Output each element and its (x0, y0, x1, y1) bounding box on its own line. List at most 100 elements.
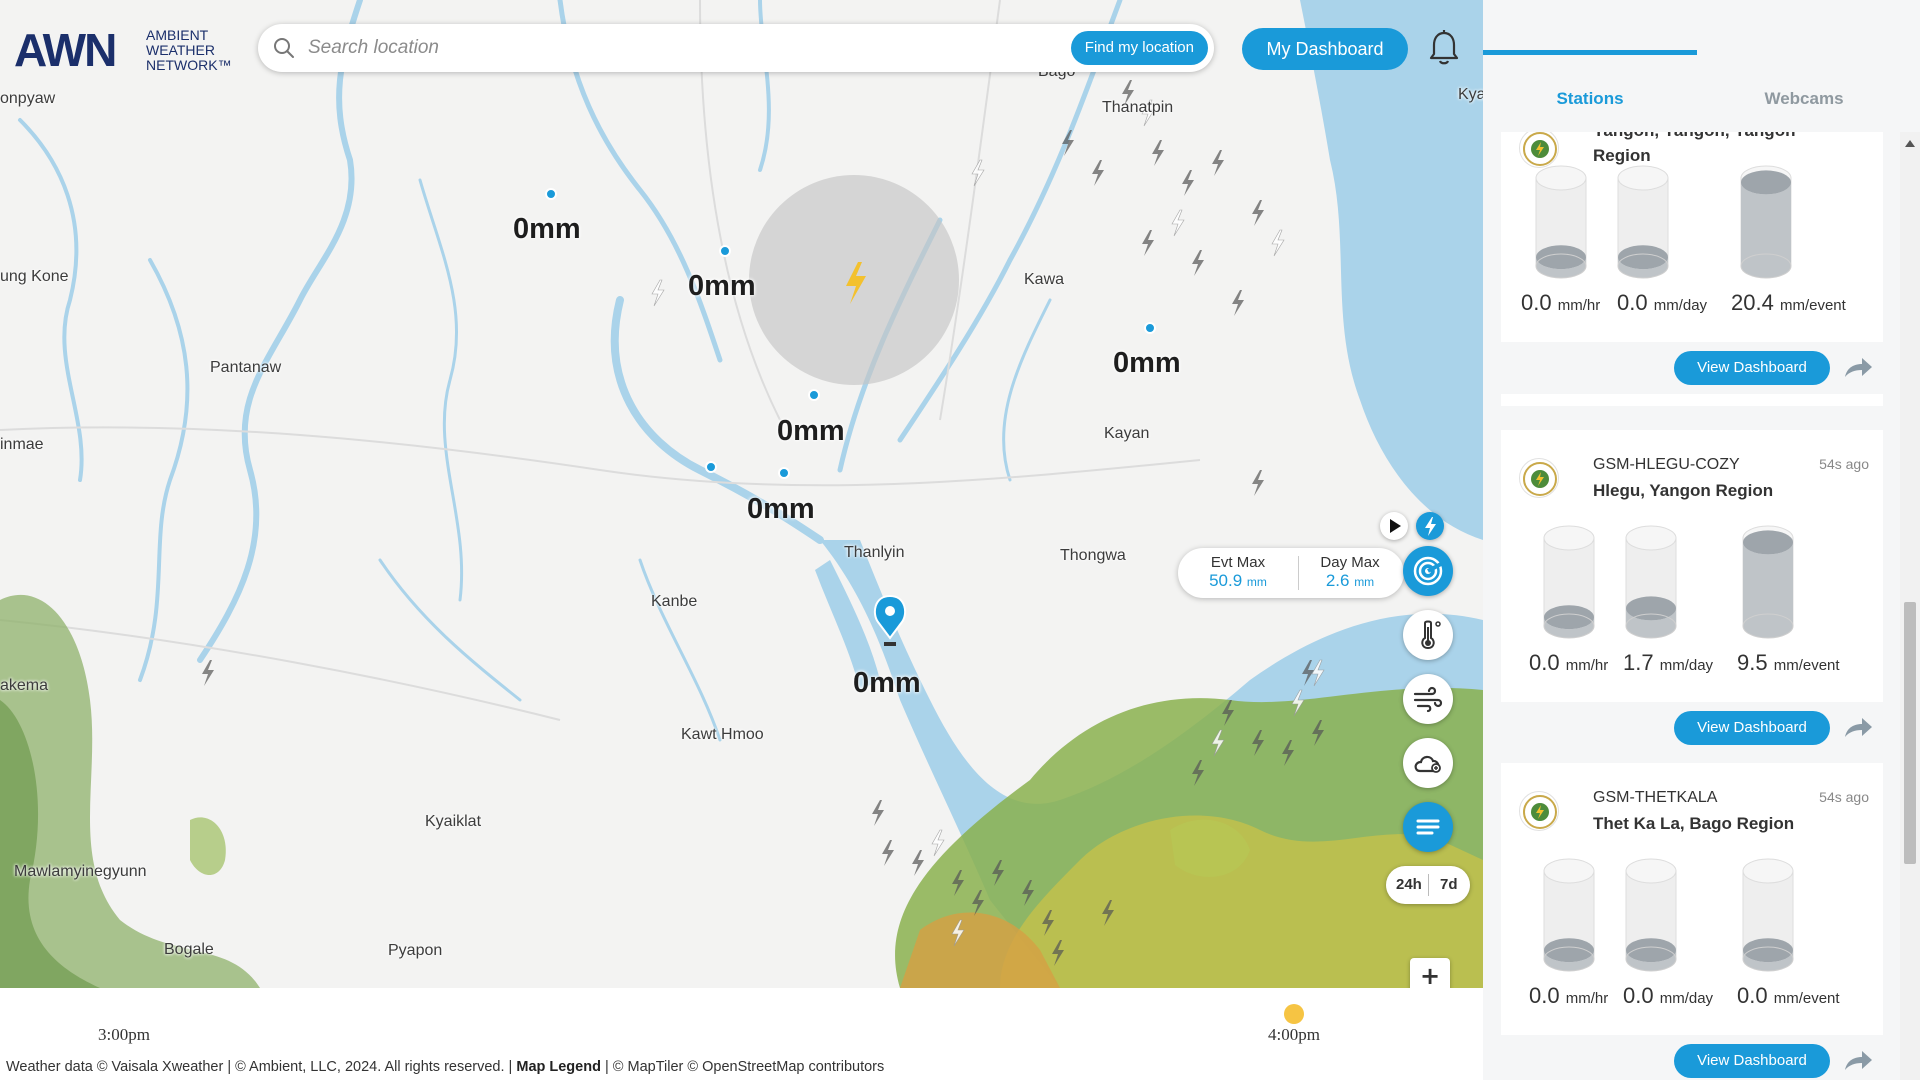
metric-value: 0.0 (1529, 983, 1560, 1008)
place-label: ung Kone (0, 268, 69, 285)
station-location: Thet Ka La, Bago Region (1593, 814, 1795, 833)
temperature-layer-button[interactable] (1403, 610, 1453, 660)
place-label: inmae (0, 436, 44, 453)
rain-gauge (1742, 524, 1794, 640)
rain-gauge-cylinder (1742, 525, 1794, 639)
place-label: Kya (1458, 86, 1483, 103)
rain-gauge-cylinder (1543, 525, 1595, 639)
rain-metric: 1.7 mm/day (1623, 650, 1713, 676)
share-icon[interactable] (1843, 717, 1873, 739)
divider (1428, 874, 1429, 896)
station-marker[interactable] (1144, 322, 1156, 334)
sun-icon (1284, 1004, 1304, 1024)
station-location: Yangon, Yangon, Yangon Region (1593, 132, 1795, 165)
station-marker[interactable] (719, 245, 731, 257)
place-label: onpyaw (0, 90, 56, 107)
last-updated: 54s ago (1819, 789, 1869, 805)
metric-unit: mm/hr (1557, 297, 1601, 314)
station-marker[interactable] (778, 467, 790, 479)
rain-gauge-cylinder (1535, 165, 1587, 279)
sidebar-scrollbar[interactable] (1900, 132, 1920, 1080)
timeline-start-time: 3:00pm (98, 1025, 150, 1044)
map-legend-link[interactable]: Map Legend (516, 1059, 601, 1075)
view-dashboard-button[interactable]: View Dashboard (1674, 351, 1830, 385)
share-arrow-icon (1845, 358, 1872, 377)
bell-icon[interactable] (1428, 30, 1460, 66)
station-logo-icon (1523, 795, 1557, 829)
place-label: akema (0, 677, 49, 694)
search-bar[interactable]: Find my location (258, 24, 1214, 72)
range-24h-option[interactable]: 24h (1396, 876, 1422, 893)
station-marker[interactable] (705, 461, 717, 473)
wind-layer-button[interactable] (1403, 674, 1453, 724)
station-card[interactable]: GSM-HLEGU-COZY Hlegu, Yangon Region 54s ag… (1501, 430, 1883, 754)
thermometer-icon (1421, 620, 1441, 650)
station-card[interactable]: Yangon, Yangon, Yangon Region 0.0 mm/hr 0.… (1501, 132, 1883, 406)
attribution-text: | © MapTiler © OpenStreetMap contributor… (604, 1059, 885, 1075)
range-7d-option[interactable]: 7d (1440, 876, 1458, 893)
play-icon (1390, 519, 1401, 533)
wind-icon (1413, 686, 1443, 713)
cloud-layer-button[interactable] (1403, 738, 1453, 788)
search-icon (274, 38, 294, 58)
day-max-label: Day Max (1320, 554, 1380, 571)
rain-gauge-cylinder (1742, 858, 1794, 972)
find-my-location-button[interactable]: Find my location (1070, 31, 1208, 65)
rain-metric: 0.0 mm/day (1623, 983, 1713, 1009)
place-label: Kawt Hmoo (681, 726, 764, 743)
last-updated: 54s ago (1819, 456, 1869, 472)
station-avatar (1519, 132, 1559, 168)
play-animation-button[interactable] (1380, 512, 1408, 540)
rain-amount-label: 0mm (1113, 347, 1181, 379)
station-name: GSM-HLEGU-COZY (1593, 456, 1740, 473)
metric-value: 9.5 (1737, 650, 1768, 675)
share-arrow-icon (1845, 1051, 1872, 1070)
my-dashboard-button[interactable]: My Dashboard (1242, 28, 1408, 70)
tab-webcams[interactable]: Webcams (1697, 50, 1911, 132)
map-base-layer (0, 0, 1483, 988)
metric-unit: mm/hr (1565, 990, 1609, 1007)
search-input[interactable] (308, 32, 998, 64)
card-footer: View Dashboard (1501, 342, 1883, 394)
rain-gauge (1625, 524, 1677, 640)
attribution-text: Weather data © Vaisala Xweather | © Ambi… (6, 1059, 513, 1075)
card-footer: View Dashboard (1501, 1035, 1883, 1080)
metric-value: 0.0 (1521, 290, 1552, 315)
station-name: GSM-THETKALA (1593, 789, 1718, 806)
map-canvas[interactable]: onpyaw ung Kone Pantanaw inmae akema Maw… (0, 0, 1483, 988)
time-range-toggle[interactable]: 24h 7d (1386, 866, 1470, 904)
scroll-up-arrow[interactable] (1905, 140, 1915, 147)
station-marker[interactable] (545, 188, 557, 200)
rain-amount-label: 0mm (513, 213, 581, 245)
scrollbar-thumb[interactable] (1904, 602, 1916, 864)
rain-layer-button[interactable] (1403, 546, 1453, 596)
share-icon[interactable] (1843, 1050, 1873, 1072)
station-card[interactable]: GSM-THETKALA Thet Ka La, Bago Region 54s a… (1501, 763, 1883, 1080)
place-label: Thanlyin (844, 544, 905, 561)
evt-max-unit: mm (1246, 575, 1267, 589)
logo-subtitle-line: NETWORK™ (146, 57, 232, 73)
day-max-value: 2.6 (1325, 571, 1350, 590)
view-dashboard-button[interactable]: View Dashboard (1674, 1044, 1830, 1078)
station-marker[interactable] (808, 389, 820, 401)
lightning-toggle-button[interactable] (1416, 512, 1444, 540)
rain-metric: 9.5 mm/event (1737, 650, 1840, 676)
logo-subtitle-line: WEATHER (146, 42, 215, 58)
layers-menu-button[interactable] (1403, 802, 1453, 852)
station-list[interactable]: Yangon, Yangon, Yangon Region 0.0 mm/hr 0.… (1483, 132, 1903, 1080)
rain-amount-label: 0mm (688, 270, 756, 302)
place-label: Kanbe (651, 593, 698, 610)
logo-subtitle: AMBIENT WEATHER NETWORK™ (146, 28, 232, 73)
tab-stations[interactable]: Stations (1483, 50, 1697, 132)
rain-max-summary: Evt Max 50.9 mm Day Max 2.6 mm (1178, 548, 1404, 598)
rain-gauge (1625, 857, 1677, 973)
share-icon[interactable] (1843, 357, 1873, 379)
day-max-unit: mm (1354, 575, 1375, 589)
rain-metric: 0.0 mm/day (1617, 290, 1707, 316)
rain-gauge (1535, 164, 1587, 280)
view-dashboard-button[interactable]: View Dashboard (1674, 711, 1830, 745)
awn-logo[interactable]: AWN AMBIENT WEATHER NETWORK™ (14, 24, 244, 76)
station-avatar (1519, 458, 1559, 498)
rain-metric: 20.4 mm/event (1731, 290, 1846, 316)
lightning-icon (1425, 517, 1436, 536)
